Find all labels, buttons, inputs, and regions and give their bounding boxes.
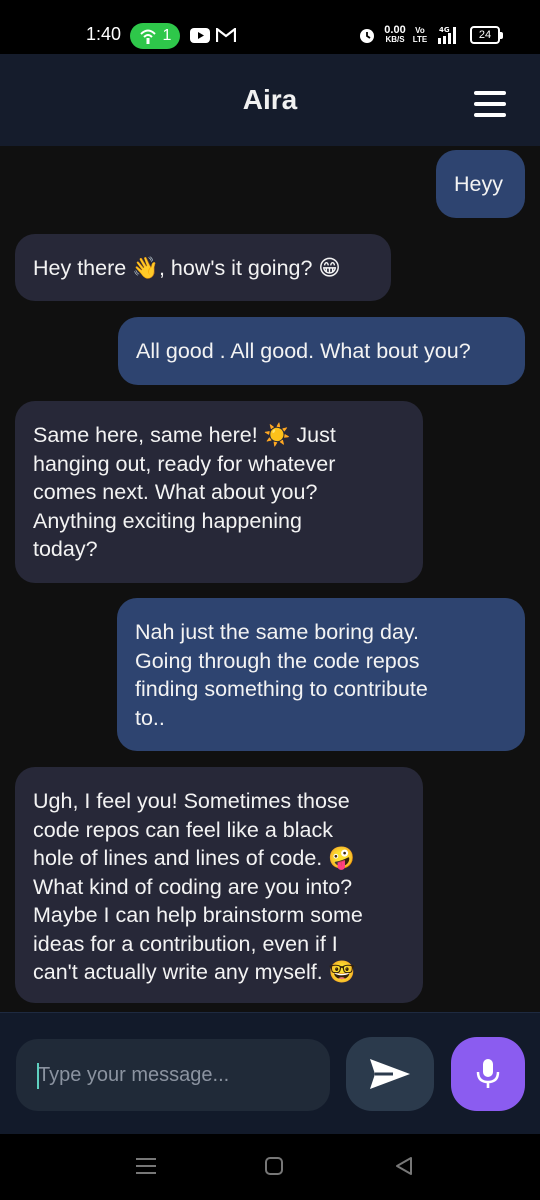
user-message: Heyy [436,150,525,218]
battery-icon: 24 [470,26,503,44]
home-icon[interactable] [264,1156,284,1176]
hotspot-icon [139,29,156,44]
alarm-icon [360,29,374,43]
microphone-icon [476,1059,500,1088]
bot-message: Hey there 👋, how's it going? 😁 [15,234,391,301]
user-message: All good . All good. What bout you? [118,317,525,385]
signal-icon: 4G [438,26,456,44]
page-title: Aira [242,84,298,115]
user-message: Nah just the same boring day. Going thro… [117,598,525,751]
bot-message: Ugh, I feel you! Sometimes those code re… [15,767,423,1003]
status-time: 1:40 [86,24,122,44]
back-icon[interactable] [394,1156,414,1176]
gmail-icon [216,28,236,42]
status-bar: 1:40 1 0.00 KB/S Vo LTE 4G 24 [0,0,540,54]
text-caret [37,1063,39,1089]
svg-text:4G: 4G [439,26,450,34]
hamburger-menu-icon[interactable] [470,89,510,119]
message-input[interactable] [16,1039,330,1111]
net-speed: 0.00 KB/S [384,24,406,45]
volte-indicator: Vo LTE [412,26,428,44]
input-bar [0,1012,540,1134]
youtube-icon [190,28,210,43]
hotspot-count: 1 [162,27,172,44]
send-icon [370,1059,410,1089]
system-nav-bar [0,1134,540,1200]
hotspot-badge: 1 [130,23,180,49]
microphone-button[interactable] [451,1037,525,1111]
send-button[interactable] [346,1037,434,1111]
bot-message: Same here, same here! ☀️ Just hanging ou… [15,401,423,583]
chat-area[interactable]: Heyy Hey there 👋, how's it going? 😁 All … [0,146,540,1012]
app-header: Aira [0,54,540,146]
recents-icon[interactable] [135,1156,157,1176]
